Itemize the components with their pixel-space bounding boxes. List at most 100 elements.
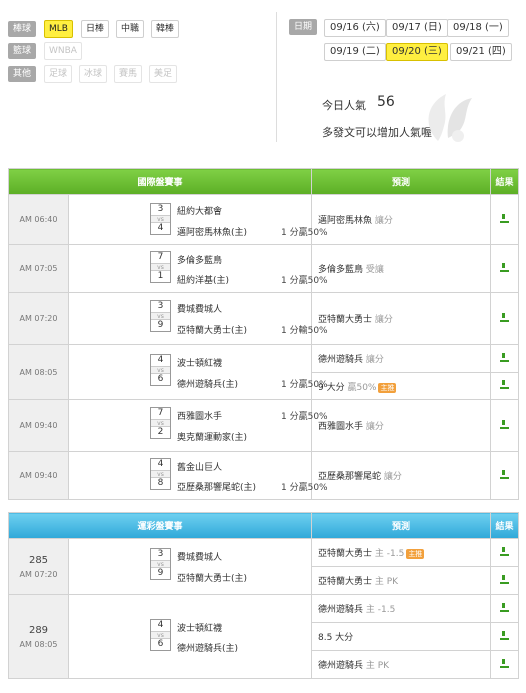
- win-icon[interactable]: [500, 380, 509, 389]
- vs-label: vs: [151, 215, 170, 223]
- score-away: 4: [157, 459, 164, 469]
- vs-label: vs: [151, 263, 170, 271]
- win-icon[interactable]: [500, 419, 509, 429]
- team-away[interactable]: 西雅圖水手: [177, 409, 222, 422]
- prediction: 西雅圖水手 讓分: [311, 399, 491, 452]
- history-text: 1 分輸50%: [281, 326, 328, 336]
- win-icon[interactable]: [500, 262, 509, 272]
- prediction-type: 受讓: [365, 265, 384, 275]
- team-away[interactable]: 費城費城人: [177, 550, 222, 563]
- game-time: AM 07:05: [8, 244, 69, 293]
- history-text: 1 分贏50%: [281, 380, 328, 390]
- win-icon[interactable]: [500, 630, 509, 640]
- score-home: 6: [157, 639, 164, 649]
- win-icon[interactable]: [500, 658, 509, 668]
- result-cell: [490, 451, 519, 500]
- lottery-header-result: 結果: [490, 512, 519, 539]
- prediction-type: 主 -1.5: [365, 605, 396, 615]
- win-icon[interactable]: [500, 574, 509, 584]
- team-away[interactable]: 波士頓紅襪: [177, 621, 222, 634]
- team-home[interactable]: 亞特蘭大勇士(主): [177, 571, 247, 584]
- result-cell: [490, 372, 519, 400]
- table-row: AM 09:40 7 vs 2 西雅圖水手 奧克蘭運動家(主) 1 分贏50% …: [8, 399, 519, 452]
- chip-wnba[interactable]: WNBA: [44, 42, 82, 60]
- team-away[interactable]: 舊金山巨人: [177, 460, 222, 473]
- matchup: 4 vs 6 波士頓紅襪 德州遊騎兵(主): [68, 594, 312, 679]
- chip-football[interactable]: 美足: [149, 65, 178, 83]
- game-time: AM 08:05: [19, 639, 58, 649]
- date-0920[interactable]: 09/20 (三): [386, 43, 448, 61]
- prediction: 亞特蘭大勇士 讓分: [311, 292, 491, 345]
- popularity-count: 56: [377, 94, 395, 110]
- team-home[interactable]: 德州遊騎兵(主): [177, 377, 238, 390]
- team-home[interactable]: 奧克蘭運動家(主): [177, 430, 247, 443]
- date-0921[interactable]: 09/21 (四): [450, 43, 512, 61]
- intl-header-result: 結果: [490, 168, 519, 195]
- filter-label-baseball: 棒球: [8, 21, 36, 37]
- date-0919[interactable]: 09/19 (二): [324, 43, 386, 61]
- prediction: 德州遊騎兵 主 PK: [311, 650, 491, 679]
- divider: [276, 12, 277, 142]
- win-icon[interactable]: [500, 312, 509, 322]
- prediction-team: 亞特蘭大勇士: [318, 549, 373, 559]
- game-time: AM 09:40: [8, 451, 69, 500]
- score-box: 7 vs 2: [150, 407, 171, 439]
- filter-label-basketball: 籃球: [8, 43, 36, 59]
- win-icon[interactable]: [500, 213, 509, 223]
- prediction: 邁阿密馬林魚 讓分: [311, 194, 491, 245]
- team-home[interactable]: 紐約洋基(主): [177, 273, 229, 286]
- team-away[interactable]: 費城費城人: [177, 302, 222, 315]
- result-cell: [490, 194, 519, 245]
- wing-decoration-icon: [428, 94, 472, 142]
- chip-cpbl[interactable]: 中職: [116, 20, 145, 38]
- date-0916[interactable]: 09/16 (六): [324, 19, 386, 37]
- prediction-type: 主 PK: [365, 661, 390, 671]
- chip-npb[interactable]: 日棒: [81, 20, 110, 38]
- prediction: 亞歷桑那響尾蛇 讓分: [311, 451, 491, 500]
- filter-label-other: 其他: [8, 66, 36, 82]
- matchup: 7 vs 1 多倫多藍鳥 紐約洋基(主) 1 分贏50%: [68, 244, 328, 293]
- team-away[interactable]: 多倫多藍鳥: [177, 253, 222, 266]
- intl-header-prediction: 預測: [311, 168, 491, 195]
- score-home: 9: [157, 320, 164, 330]
- chip-soccer[interactable]: 足球: [44, 65, 73, 83]
- prediction-team: 西雅圖水手: [318, 422, 364, 432]
- table-row: 289 AM 08:05 4 vs 6 波士頓紅襪 德州遊騎兵(主) 德州遊騎兵…: [8, 594, 519, 679]
- table-row: AM 07:20 3 vs 9 費城費城人 亞特蘭大勇士(主) 1 分輸50% …: [8, 292, 519, 345]
- result-cell: [490, 244, 519, 293]
- prediction-type: 讓分: [383, 472, 402, 482]
- team-away[interactable]: 波士頓紅襪: [177, 356, 222, 369]
- prediction: 德州遊騎兵 主 -1.5: [311, 594, 491, 623]
- date-0918[interactable]: 09/18 (一): [447, 19, 509, 37]
- win-icon[interactable]: [500, 602, 509, 612]
- score-box: 3 vs 9: [150, 548, 171, 580]
- score-home: 9: [157, 568, 164, 578]
- team-home[interactable]: 亞歷桑那響尾蛇(主): [177, 480, 256, 493]
- game-number: 285: [28, 554, 49, 566]
- history-text: 1 分贏50%: [281, 412, 328, 422]
- prediction-type: 讓分: [365, 355, 384, 365]
- win-icon[interactable]: [500, 546, 509, 556]
- prediction-team: 德州遊騎兵: [318, 661, 364, 671]
- team-home[interactable]: 邁阿密馬林魚(主): [177, 225, 247, 238]
- prediction-type: 讓分: [374, 315, 393, 325]
- history-text: 1 分贏50%: [281, 276, 328, 286]
- featured-badge: 主推: [378, 382, 397, 393]
- table-row: AM 08:05 4 vs 6 波士頓紅襪 德州遊騎兵(主) 1 分贏50% 德…: [8, 344, 519, 400]
- prediction-type: 贏50%: [347, 382, 377, 393]
- win-icon[interactable]: [500, 352, 509, 362]
- chip-hockey[interactable]: 冰球: [79, 65, 108, 83]
- chip-mlb[interactable]: MLB: [44, 20, 73, 38]
- team-home[interactable]: 德州遊騎兵(主): [177, 641, 238, 654]
- vs-label: vs: [151, 312, 170, 320]
- chip-kbo[interactable]: 韓棒: [151, 20, 180, 38]
- team-away[interactable]: 紐約大都會: [177, 204, 222, 217]
- date-0917[interactable]: 09/17 (日): [386, 19, 448, 37]
- history-text: 1 分贏50%: [281, 228, 328, 238]
- result-cell: [490, 650, 519, 679]
- team-home[interactable]: 亞特蘭大勇士(主): [177, 323, 247, 336]
- score-home: 1: [157, 271, 164, 281]
- result-cell: [490, 344, 519, 373]
- win-icon[interactable]: [500, 469, 509, 479]
- chip-horse[interactable]: 賽馬: [114, 65, 143, 83]
